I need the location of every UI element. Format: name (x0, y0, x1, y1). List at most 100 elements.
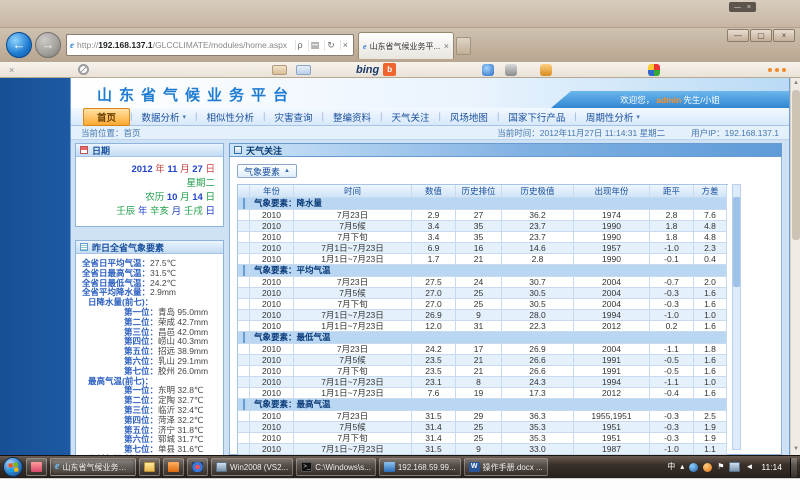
toolbar-app-icon-msn[interactable] (648, 64, 660, 76)
header-cell[interactable]: 历史极值 (502, 185, 574, 198)
nav-item-4[interactable]: 灾害查询 (265, 109, 321, 125)
table-row[interactable]: 20107月下旬31.42535.31951-0.31.9 (238, 433, 728, 444)
table-row[interactable]: 20101月1日~7月23日7.61917.32012-0.41.6 (238, 388, 728, 399)
expand-checkbox-icon[interactable] (243, 198, 245, 209)
taskbar-button-rdp-window[interactable]: 192.168.59.99... (379, 458, 461, 476)
tray-app-icon-blue[interactable] (689, 463, 698, 472)
toolbar-app-icon-grey[interactable] (505, 64, 517, 76)
table-row[interactable]: 20107月5候27.02530.52004-0.31.6 (238, 288, 728, 299)
addon-bar-close-icon[interactable]: × (9, 65, 14, 75)
nav-item-5[interactable]: 整编资料 (324, 109, 380, 125)
expand-checkbox-icon[interactable] (243, 332, 245, 343)
nav-item-3[interactable]: 相似性分析 (197, 109, 263, 125)
table-row[interactable]: 20107月5候3.43523.719901.84.8 (238, 221, 728, 232)
table-group-row[interactable]: 气象要素：最低气温 (238, 332, 728, 344)
table-row[interactable]: 20107月1日~7月23日23.1824.31994-1.11.0 (238, 377, 728, 388)
url-text[interactable]: http://192.168.137.1/GLCCLIMATE/modules/… (77, 40, 292, 50)
table-row[interactable]: 20101月1日~7月23日1.7212.81990-0.10.4 (238, 254, 728, 265)
header-cell[interactable]: 距平 (650, 185, 694, 198)
nav-item-9[interactable]: 周期性分析▾ (577, 109, 649, 125)
taskbar-button-media-app-window[interactable] (187, 458, 208, 476)
close-button[interactable]: × (773, 29, 795, 42)
table-group-row[interactable]: 气象要素：降水量 (238, 198, 728, 210)
stop-icon[interactable]: × (340, 40, 350, 50)
cell: 23.7 (502, 232, 574, 243)
table-row[interactable]: 20107月下旬3.43523.719901.84.8 (238, 232, 728, 243)
taskbar-button-ie-window[interactable]: e山东省气候业务平... (50, 458, 136, 476)
taskbar-button-pinned-app[interactable] (26, 458, 47, 476)
rdp-minimize-icon[interactable]: — (734, 4, 741, 11)
nav-item-1[interactable]: 首页 (83, 108, 130, 126)
rdp-close-icon[interactable]: × (747, 4, 751, 11)
browser-tab[interactable]: e 山东省气候业务平... × (358, 32, 454, 59)
scroll-up-icon[interactable]: ▲ (791, 78, 800, 89)
table-row[interactable]: 20101月1日~7月23日12.03122.320120.21.6 (238, 321, 728, 332)
search-icon[interactable]: ρ (295, 40, 305, 50)
table-row[interactable]: 20107月23日31.52936.31955,1951-0.32.5 (238, 411, 728, 422)
header-cell[interactable]: 年份 (250, 185, 294, 198)
element-filter-button[interactable]: 气象要素▲ (237, 164, 297, 178)
new-tab-button[interactable] (456, 37, 471, 55)
taskbar-button-explorer-window[interactable] (139, 458, 160, 476)
nav-item-7[interactable]: 风场地图 (441, 109, 497, 125)
show-desktop-button[interactable] (790, 458, 797, 477)
header-cell[interactable]: 时间 (294, 185, 412, 198)
back-button[interactable]: ← (6, 32, 32, 58)
tab-close-icon[interactable]: × (444, 41, 449, 51)
nav-item-8[interactable]: 国家下行产品 (499, 109, 574, 125)
more-options-dots-icon[interactable] (768, 68, 786, 72)
address-bar[interactable]: e http://192.168.137.1/GLCCLIMATE/module… (66, 34, 354, 56)
header-cell[interactable]: 出现年份 (574, 185, 650, 198)
compatibility-view-icon[interactable]: ▤ (308, 40, 322, 51)
taskbar-button-cmd-window[interactable]: >_C:\Windows\s... (296, 458, 376, 476)
ime-indicator[interactable]: 中 (667, 462, 675, 472)
table-row[interactable]: 20107月1日~7月23日31.5933.01987-1.01.1 (238, 444, 728, 455)
nav-item-6[interactable]: 天气关注 (382, 109, 438, 125)
header-cell[interactable]: 历史排位 (456, 185, 502, 198)
nav-item-2[interactable]: 数据分析▾ (132, 109, 195, 125)
scrollbar-thumb[interactable] (792, 90, 800, 240)
table-row[interactable]: 20107月1日~7月23日6.91614.61957-1.02.3 (238, 243, 728, 254)
expand-checkbox-icon[interactable] (243, 265, 245, 276)
minimize-button[interactable]: — (727, 29, 749, 42)
taskbar-button-word-window[interactable]: W操作手册.docx ... (464, 458, 548, 476)
screen: — × — ▢ × ← → e http://192.168.137.1/GLC… (0, 0, 800, 500)
table-row[interactable]: 20107月23日27.52430.72004-0.72.0 (238, 277, 728, 288)
taskbar-clock[interactable]: 11:14 (758, 462, 785, 472)
refresh-icon[interactable]: ↻ (324, 40, 337, 51)
forward-button[interactable]: → (35, 32, 61, 58)
table-row[interactable]: 20107月5候31.42535.31951-0.31.9 (238, 422, 728, 433)
mail-card-icon[interactable] (296, 65, 311, 75)
main-panel-header: 天气关注 (229, 143, 782, 157)
action-center-flag-icon[interactable]: ⚑ (717, 462, 724, 472)
taskbar-button-vm-window[interactable]: Win2008 (VS2... (211, 458, 293, 476)
header-cell[interactable]: 数值 (412, 185, 456, 198)
taskbar-button-app-window-orange[interactable] (163, 458, 184, 476)
table-row[interactable]: 20107月1日~7月23日26.9928.01994-1.01.0 (238, 310, 728, 321)
header-cell[interactable]: 方差 (694, 185, 727, 198)
table-row[interactable]: 20107月下旬23.52126.61991-0.51.6 (238, 366, 728, 377)
table-scrollbar[interactable] (732, 184, 741, 450)
tray-expand-icon[interactable]: ▴ (680, 462, 684, 472)
table-row[interactable]: 20107月5候23.52126.61991-0.51.6 (238, 355, 728, 366)
rdp-connection-bar[interactable]: — × (729, 2, 756, 12)
date-panel-title: 日期 (92, 144, 110, 157)
expand-checkbox-icon[interactable] (243, 399, 245, 410)
toolbar-app-icon-orange[interactable] (540, 64, 552, 76)
promo-card-icon[interactable] (272, 65, 287, 75)
tray-app-icon-orange[interactable] (703, 463, 712, 472)
network-icon[interactable] (729, 462, 740, 472)
table-row[interactable]: 20107月23日24.21726.92004-1.11.8 (238, 344, 728, 355)
scroll-down-icon[interactable]: ▼ (791, 444, 800, 455)
browser-scrollbar[interactable]: ▲ ▼ (790, 78, 800, 455)
table-row[interactable]: 20107月下旬27.02530.52004-0.31.6 (238, 299, 728, 310)
maximize-button[interactable]: ▢ (750, 29, 772, 42)
cell: 1994 (574, 377, 650, 388)
table-group-row[interactable]: 气象要素：最高气温 (238, 399, 728, 411)
toolbar-app-icon-blue[interactable] (482, 64, 494, 76)
bing-logo[interactable]: bing b (356, 63, 396, 76)
start-button[interactable] (3, 457, 23, 477)
table-group-row[interactable]: 气象要素：平均气温 (238, 265, 728, 277)
volume-icon[interactable]: ◄ (745, 462, 753, 472)
table-row[interactable]: 20107月23日2.92736.219742.87.6 (238, 210, 728, 221)
